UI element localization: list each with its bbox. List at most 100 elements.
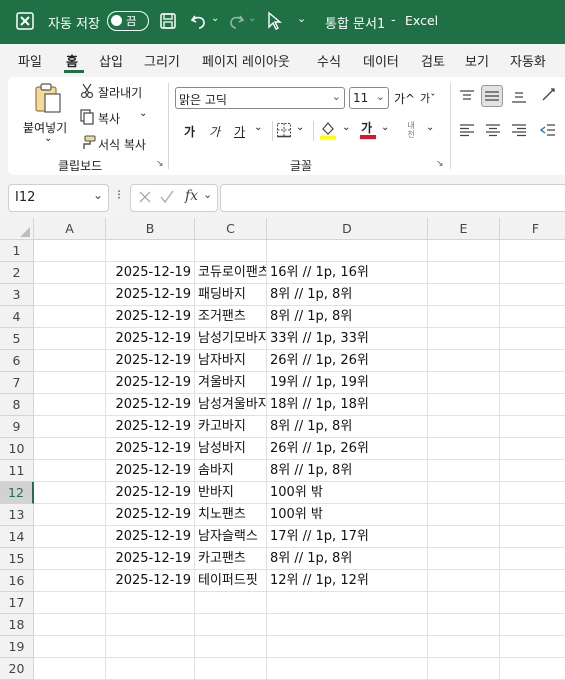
align-right-icon[interactable]: [511, 123, 527, 141]
fill-color-icon[interactable]: [319, 120, 337, 144]
cell-b[interactable]: 2025-12-19: [106, 416, 195, 438]
cell-d[interactable]: 26위 // 1p, 26위: [267, 350, 428, 372]
row-header[interactable]: 9: [0, 416, 34, 438]
cell-d[interactable]: 18위 // 1p, 18위: [267, 394, 428, 416]
cell-f[interactable]: [500, 504, 565, 526]
row-header[interactable]: 11: [0, 460, 34, 482]
paste-dropdown-icon[interactable]: ⌄: [44, 133, 52, 144]
cell-f[interactable]: [500, 482, 565, 504]
cell-b[interactable]: 2025-12-19: [106, 306, 195, 328]
cell-e[interactable]: [428, 438, 500, 460]
pointer-mode-icon[interactable]: [266, 11, 282, 35]
enter-icon[interactable]: [159, 188, 175, 210]
cell-a[interactable]: [34, 240, 106, 262]
cut-icon[interactable]: [80, 83, 94, 103]
row-header[interactable]: 4: [0, 306, 34, 328]
cell-d[interactable]: [267, 614, 428, 636]
align-top-icon[interactable]: [459, 89, 475, 107]
cell-a[interactable]: [34, 614, 106, 636]
cell-b[interactable]: [106, 240, 195, 262]
cell-d[interactable]: 100위 밖: [267, 504, 428, 526]
cell-a[interactable]: [34, 262, 106, 284]
cell-b[interactable]: 2025-12-19: [106, 482, 195, 504]
cell-c[interactable]: 남자바지: [195, 350, 267, 372]
cell-e[interactable]: [428, 460, 500, 482]
cell-c[interactable]: 남성겨울바지: [195, 394, 267, 416]
copy-button[interactable]: 복사: [98, 110, 120, 127]
cell-a[interactable]: [34, 636, 106, 658]
font-color-button[interactable]: 가: [361, 119, 372, 136]
cell-d[interactable]: 100위 밖: [267, 482, 428, 504]
cell-a[interactable]: [34, 482, 106, 504]
cell-f[interactable]: [500, 592, 565, 614]
copy-dropdown-icon[interactable]: ⌄: [139, 108, 147, 119]
row-header[interactable]: 10: [0, 438, 34, 460]
clipboard-launcher-icon[interactable]: ↘: [156, 159, 164, 169]
cell-d[interactable]: 17위 // 1p, 17위: [267, 526, 428, 548]
cell-e[interactable]: [428, 570, 500, 592]
quick-access-dropdown-icon[interactable]: ⌄: [297, 12, 306, 25]
cell-a[interactable]: [34, 284, 106, 306]
cell-a[interactable]: [34, 394, 106, 416]
tab-view[interactable]: 보기: [465, 51, 489, 70]
cell-f[interactable]: [500, 240, 565, 262]
cell-c[interactable]: 코듀로이팬츠: [195, 262, 267, 284]
chevron-down-icon[interactable]: ⌄: [93, 188, 103, 202]
cell-b[interactable]: 2025-12-19: [106, 372, 195, 394]
cell-f[interactable]: [500, 438, 565, 460]
cell-b[interactable]: 2025-12-19: [106, 548, 195, 570]
cell-d[interactable]: 33위 // 1p, 33위: [267, 328, 428, 350]
column-header-d[interactable]: D: [267, 218, 428, 240]
cell-c[interactable]: 남성바지: [195, 438, 267, 460]
cell-e[interactable]: [428, 504, 500, 526]
font-size-select[interactable]: 11 ⌄: [349, 87, 389, 109]
cell-c[interactable]: [195, 592, 267, 614]
cell-c[interactable]: 테이퍼드핏: [195, 570, 267, 592]
cell-e[interactable]: [428, 658, 500, 680]
redo-dropdown-icon[interactable]: ⌄: [248, 13, 256, 24]
tab-review[interactable]: 검토: [421, 51, 445, 70]
borders-dropdown-icon[interactable]: ⌄: [296, 122, 304, 133]
cell-c[interactable]: 솜바지: [195, 460, 267, 482]
cell-f[interactable]: [500, 372, 565, 394]
row-header[interactable]: 3: [0, 284, 34, 306]
undo-dropdown-icon[interactable]: ⌄: [211, 13, 219, 24]
cell-f[interactable]: [500, 570, 565, 592]
row-header[interactable]: 19: [0, 636, 34, 658]
cell-b[interactable]: 2025-12-19: [106, 438, 195, 460]
cell-e[interactable]: [428, 548, 500, 570]
cell-f[interactable]: [500, 306, 565, 328]
orientation-icon[interactable]: [541, 86, 557, 106]
row-header[interactable]: 2: [0, 262, 34, 284]
redo-icon[interactable]: [226, 11, 246, 35]
row-header[interactable]: 5: [0, 328, 34, 350]
autosave-toggle[interactable]: 끔: [107, 11, 149, 31]
cell-f[interactable]: [500, 658, 565, 680]
cell-c[interactable]: [195, 636, 267, 658]
more-options-icon[interactable]: ⁝: [117, 188, 121, 203]
cell-d[interactable]: [267, 240, 428, 262]
cell-c[interactable]: 반바지: [195, 482, 267, 504]
cell-e[interactable]: [428, 284, 500, 306]
align-bottom-icon[interactable]: [511, 89, 527, 109]
cancel-icon[interactable]: [137, 188, 153, 210]
cell-a[interactable]: [34, 658, 106, 680]
cell-d[interactable]: 8위 // 1p, 8위: [267, 548, 428, 570]
underline-button[interactable]: 가: [234, 123, 245, 140]
row-header[interactable]: 15: [0, 548, 34, 570]
cell-e[interactable]: [428, 614, 500, 636]
bold-button[interactable]: 가: [184, 123, 195, 140]
cell-d[interactable]: 8위 // 1p, 8위: [267, 416, 428, 438]
cell-c[interactable]: 남자슬랙스: [195, 526, 267, 548]
cell-f[interactable]: [500, 350, 565, 372]
row-header[interactable]: 14: [0, 526, 34, 548]
cell-e[interactable]: [428, 526, 500, 548]
column-header-f[interactable]: F: [500, 218, 565, 240]
cell-f[interactable]: [500, 636, 565, 658]
phonetic-dropdown-icon[interactable]: ⌄: [426, 122, 434, 133]
tab-formulas[interactable]: 수식: [317, 51, 341, 70]
cell-d[interactable]: 8위 // 1p, 8위: [267, 460, 428, 482]
cell-e[interactable]: [428, 350, 500, 372]
row-header[interactable]: 13: [0, 504, 34, 526]
cell-d[interactable]: 8위 // 1p, 8위: [267, 284, 428, 306]
